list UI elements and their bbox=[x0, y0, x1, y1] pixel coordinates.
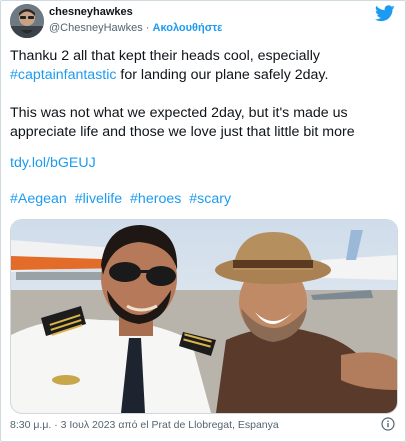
hashtag-row: #Aegean #livelife #heroes #scary bbox=[10, 191, 235, 207]
author-handle-row: @ChesneyHawkes · Ακολουθήστε bbox=[49, 22, 222, 34]
hashtag-captainfantastic[interactable]: #captainfantastic bbox=[10, 67, 116, 83]
info-icon[interactable] bbox=[381, 417, 395, 431]
author-handle[interactable]: @ChesneyHawkes bbox=[49, 22, 143, 34]
twitter-bird-icon[interactable] bbox=[375, 5, 395, 22]
tweet-paragraph-1: Thanku 2 all that kept their heads cool,… bbox=[10, 47, 400, 85]
separator: · bbox=[145, 22, 150, 34]
tweet-line-2-text: for landing our plane safely 2day. bbox=[116, 67, 329, 83]
hashtag-scary[interactable]: #scary bbox=[189, 191, 231, 207]
hashtag-heroes[interactable]: #heroes bbox=[130, 191, 181, 207]
tweet-timestamp[interactable]: 8:30 μ.μ. · 3 Ιουλ 2023 από el Prat de L… bbox=[10, 419, 279, 431]
author-display-name[interactable]: chesneyhawkes bbox=[49, 6, 133, 18]
tweet-card: chesneyhawkes @ChesneyHawkes · Ακολουθήσ… bbox=[0, 0, 406, 442]
follow-link[interactable]: Ακολουθήστε bbox=[153, 22, 223, 34]
avatar[interactable] bbox=[10, 4, 44, 38]
tweet-short-link[interactable]: tdy.lol/bGEUJ bbox=[10, 155, 96, 171]
hashtag-aegean[interactable]: #Aegean bbox=[10, 191, 67, 207]
tweet-paragraph-2: This was not what we expected 2day, but … bbox=[10, 105, 355, 140]
hashtag-livelife[interactable]: #livelife bbox=[75, 191, 122, 207]
tweet-line-1: Thanku 2 all that kept their heads cool,… bbox=[10, 48, 320, 64]
tweet-text: Thanku 2 all that kept their heads cool,… bbox=[10, 47, 400, 142]
tweet-photo[interactable] bbox=[10, 219, 398, 414]
